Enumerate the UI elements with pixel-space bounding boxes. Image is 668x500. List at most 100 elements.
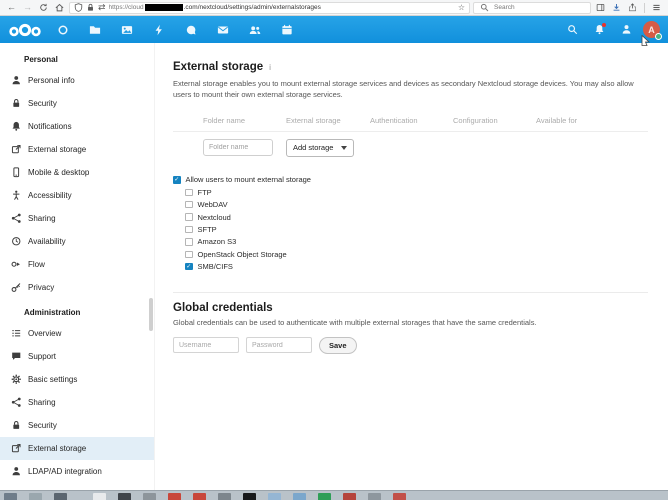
taskbar-app-icon[interactable] xyxy=(93,493,106,500)
taskbar-app-icon[interactable] xyxy=(368,493,381,500)
contacts-icon[interactable] xyxy=(244,19,266,41)
taskbar-start-icon[interactable] xyxy=(4,493,17,500)
browser-toolbar: ← → ⇄ https://cloud .com/nextcloud/settin… xyxy=(0,0,668,16)
talk-icon[interactable] xyxy=(180,19,202,41)
sidebar-item-availability[interactable]: Availability xyxy=(0,230,154,253)
password-field[interactable] xyxy=(246,337,312,354)
sidebar-item-flow[interactable]: Flow xyxy=(0,253,154,276)
files-icon[interactable] xyxy=(84,19,106,41)
taskbar-app-icon[interactable] xyxy=(318,493,331,500)
sidebar-item-personal-info[interactable]: Personal info xyxy=(0,69,154,92)
unified-search-icon[interactable] xyxy=(562,20,582,40)
taskbar-app-icon[interactable] xyxy=(343,493,356,500)
sidebar-scrollbar[interactable] xyxy=(149,298,153,331)
windows-taskbar[interactable] xyxy=(0,490,668,500)
taskbar-search-icon[interactable] xyxy=(29,493,42,500)
permissions-icon[interactable]: ⇄ xyxy=(98,2,106,14)
lock-icon xyxy=(86,2,95,14)
backend-amazons3-checkbox[interactable] xyxy=(185,238,193,246)
allow-users-checkbox-row[interactable]: ✓ Allow users to mount external storage xyxy=(173,174,648,186)
lock-icon xyxy=(10,97,23,110)
backend-nextcloud-checkbox[interactable] xyxy=(185,213,193,221)
backend-sftp-row[interactable]: SFTP xyxy=(185,223,648,235)
taskbar-app-icon[interactable] xyxy=(243,493,256,500)
allow-users-checkbox[interactable]: ✓ xyxy=(173,176,181,184)
support-icon xyxy=(10,350,23,363)
backend-webdav-checkbox[interactable] xyxy=(185,200,193,209)
sidebar-item-basic-settings[interactable]: Basic settings xyxy=(0,368,154,391)
info-icon[interactable]: i xyxy=(269,62,271,72)
mounts-table-header: Folder name External storage Authenticat… xyxy=(173,116,648,132)
add-storage-select[interactable]: Add storage xyxy=(286,138,354,157)
col-configuration: Configuration xyxy=(453,115,498,125)
photos-icon[interactable] xyxy=(116,19,138,41)
url-bar[interactable]: ⇄ https://cloud .com/nextcloud/settings/a… xyxy=(69,1,470,14)
taskbar-app-icon[interactable] xyxy=(218,493,231,500)
sidebar-item-support[interactable]: Support xyxy=(0,345,154,368)
col-folder-name: Folder name xyxy=(203,115,246,125)
sidebar-item-security-admin[interactable]: Security xyxy=(0,414,154,437)
sidebar-item-external-storage-admin[interactable]: External storage xyxy=(0,437,154,460)
sidebar-item-notifications[interactable]: Notifications xyxy=(0,115,154,138)
nextcloud-logo[interactable] xyxy=(8,22,42,38)
dashboard-icon[interactable] xyxy=(52,19,74,41)
sidebar-item-external-storage-personal[interactable]: External storage xyxy=(0,138,154,161)
taskbar-app-icon[interactable] xyxy=(393,493,406,500)
activity-icon[interactable] xyxy=(148,19,170,41)
save-button[interactable]: Save xyxy=(319,336,357,354)
share-icon[interactable] xyxy=(626,2,639,14)
download-icon[interactable] xyxy=(610,2,623,14)
calendar-icon[interactable] xyxy=(276,19,298,41)
reload-icon[interactable] xyxy=(37,2,50,14)
menu-icon[interactable] xyxy=(650,2,663,14)
sidebar-item-ldap[interactable]: LDAP/AD integration xyxy=(0,460,154,483)
backend-nextcloud-row[interactable]: Nextcloud xyxy=(185,211,648,223)
global-credentials-description: Global credentials can be used to authen… xyxy=(173,317,537,327)
sidebar-item-mobile-desktop[interactable]: Mobile & desktop xyxy=(0,161,154,184)
user-icon xyxy=(10,74,23,87)
contacts-menu-icon[interactable] xyxy=(616,20,636,40)
sidebar-item-overview[interactable]: Overview xyxy=(0,322,154,345)
backend-webdav-row[interactable]: WebDAV xyxy=(185,199,648,211)
taskbar-app-icon[interactable] xyxy=(168,493,181,500)
folder-name-input[interactable] xyxy=(203,139,273,157)
backend-ftp-checkbox[interactable] xyxy=(185,188,193,197)
settings-sidebar: Personal Personal info Security Notifica… xyxy=(0,43,155,490)
backend-ftp-row[interactable]: FTP xyxy=(185,186,648,198)
backend-sftp-checkbox[interactable] xyxy=(185,225,193,234)
taskbar-app-icon[interactable] xyxy=(293,493,306,500)
mail-icon[interactable] xyxy=(212,19,234,41)
backend-smbcifs-row[interactable]: ✓ SMB/CIFS xyxy=(185,260,648,272)
sidebar-item-privacy[interactable]: Privacy xyxy=(0,276,154,299)
username-field[interactable] xyxy=(173,337,239,354)
bookmark-star-icon[interactable]: ☆ xyxy=(458,3,465,12)
shield-icon[interactable] xyxy=(74,2,83,14)
home-icon[interactable] xyxy=(53,2,66,14)
backend-smbcifs-checkbox[interactable]: ✓ xyxy=(185,262,193,271)
lock-icon xyxy=(10,419,23,432)
backend-openstack-checkbox[interactable] xyxy=(185,250,193,259)
col-authentication: Authentication xyxy=(370,115,418,125)
taskbar-app-icon[interactable] xyxy=(143,493,156,500)
sidebar-item-security[interactable]: Security xyxy=(0,92,154,115)
online-status-dot xyxy=(655,33,662,40)
sidebar-icon[interactable] xyxy=(594,2,607,14)
back-icon[interactable]: ← xyxy=(5,2,18,14)
backend-openstack-row[interactable]: OpenStack Object Storage xyxy=(185,248,648,260)
flow-icon xyxy=(10,258,23,271)
notifications-icon[interactable] xyxy=(589,20,609,40)
sidebar-item-accessibility[interactable]: Accessibility xyxy=(0,184,154,207)
taskbar-app-icon[interactable] xyxy=(54,493,67,500)
forward-icon[interactable]: → xyxy=(21,2,34,14)
nextcloud-header: A xyxy=(0,16,668,43)
col-available-for: Available for xyxy=(536,115,578,125)
sidebar-section-personal: Personal xyxy=(24,55,58,64)
sidebar-item-sharing-personal[interactable]: Sharing xyxy=(0,207,154,230)
taskbar-app-icon[interactable] xyxy=(118,493,131,500)
browser-search[interactable]: Search xyxy=(473,1,591,14)
sidebar-item-sharing-admin[interactable]: Sharing xyxy=(0,391,154,414)
external-storage-settings: External storage i External storage enabl… xyxy=(155,43,668,490)
taskbar-app-icon[interactable] xyxy=(193,493,206,500)
taskbar-app-icon[interactable] xyxy=(268,493,281,500)
backend-amazons3-row[interactable]: Amazon S3 xyxy=(185,236,648,248)
